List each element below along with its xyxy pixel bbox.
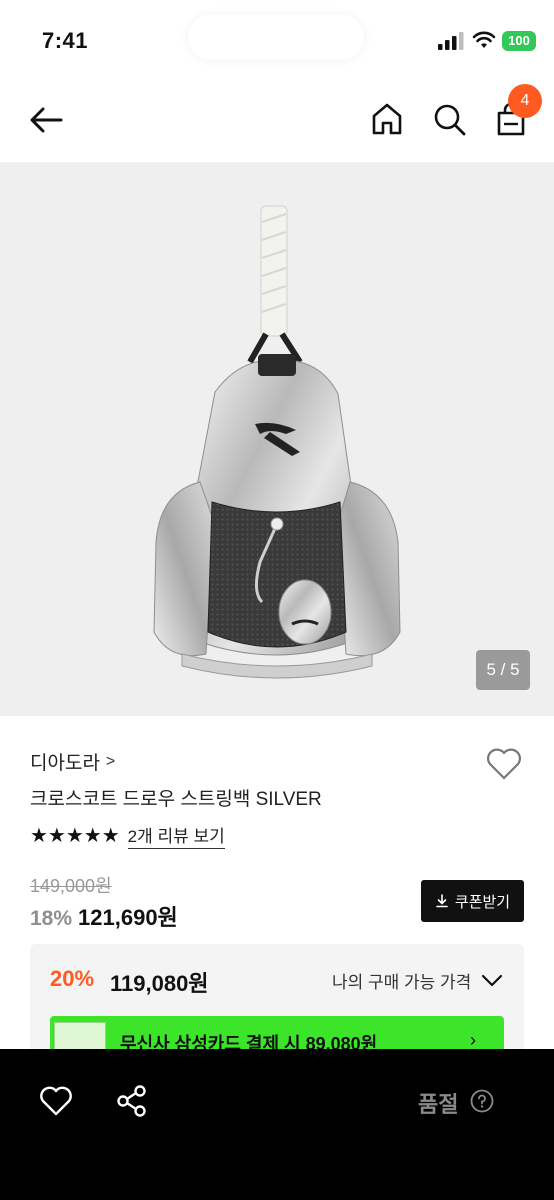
product-name: 크로스코트 드로우 스트링백 SILVER — [30, 789, 322, 810]
search-icon[interactable] — [430, 100, 468, 138]
rating-stars: ★★★★★ — [30, 825, 120, 847]
chevron-right-icon: › — [470, 1030, 476, 1050]
home-icon[interactable] — [368, 100, 406, 138]
my-price-toggle[interactable]: 나의 구매 가능 가격 — [332, 968, 503, 993]
sold-out-label: 품절 — [418, 1092, 459, 1117]
brand-name: 디아도라 — [30, 753, 100, 774]
share-icon[interactable] — [114, 1083, 150, 1119]
heart-icon[interactable] — [484, 744, 524, 784]
original-price: 149,000원 — [30, 876, 112, 896]
review-link[interactable]: 2개 리뷰 보기 — [127, 822, 225, 849]
battery-indicator: 100 — [502, 31, 536, 51]
wifi-icon — [472, 31, 496, 48]
coupon-button-label: 쿠폰받기 — [454, 893, 511, 911]
chevron-right-icon: > — [105, 752, 116, 770]
cellular-signal-icon — [438, 32, 464, 50]
rating-row: ★★★★★ 2개 리뷰 보기 — [30, 822, 225, 849]
sale-price-row: 18% 121,690원 — [30, 900, 178, 932]
product-image[interactable] — [0, 162, 554, 716]
image-counter: 5 / 5 — [476, 650, 530, 690]
status-bar: 7:41 100 — [0, 0, 554, 80]
download-icon — [436, 894, 448, 908]
heart-icon[interactable] — [38, 1083, 74, 1119]
backpack-illustration — [153, 205, 401, 679]
sale-price: 121,690원 — [78, 905, 178, 930]
chevron-down-icon — [482, 974, 503, 986]
sale-rate: 18% — [30, 907, 73, 930]
best-price-rate: 20% — [50, 966, 95, 991]
best-price-value: 119,080원 — [110, 971, 209, 996]
my-price-toggle-label: 나의 구매 가능 가격 — [332, 973, 472, 992]
help-circle-icon[interactable] — [470, 1089, 494, 1113]
cart-count-badge: 4 — [508, 84, 542, 118]
status-time: 7:41 — [42, 28, 89, 53]
brand-link[interactable]: 디아도라 > — [30, 748, 115, 775]
arrow-left-icon[interactable] — [26, 100, 66, 140]
top-nav — [0, 86, 554, 152]
dynamic-island — [188, 14, 364, 60]
bottom-action-bar: 품절 — [0, 1049, 554, 1200]
coupon-button[interactable]: 쿠폰받기 — [421, 880, 524, 922]
